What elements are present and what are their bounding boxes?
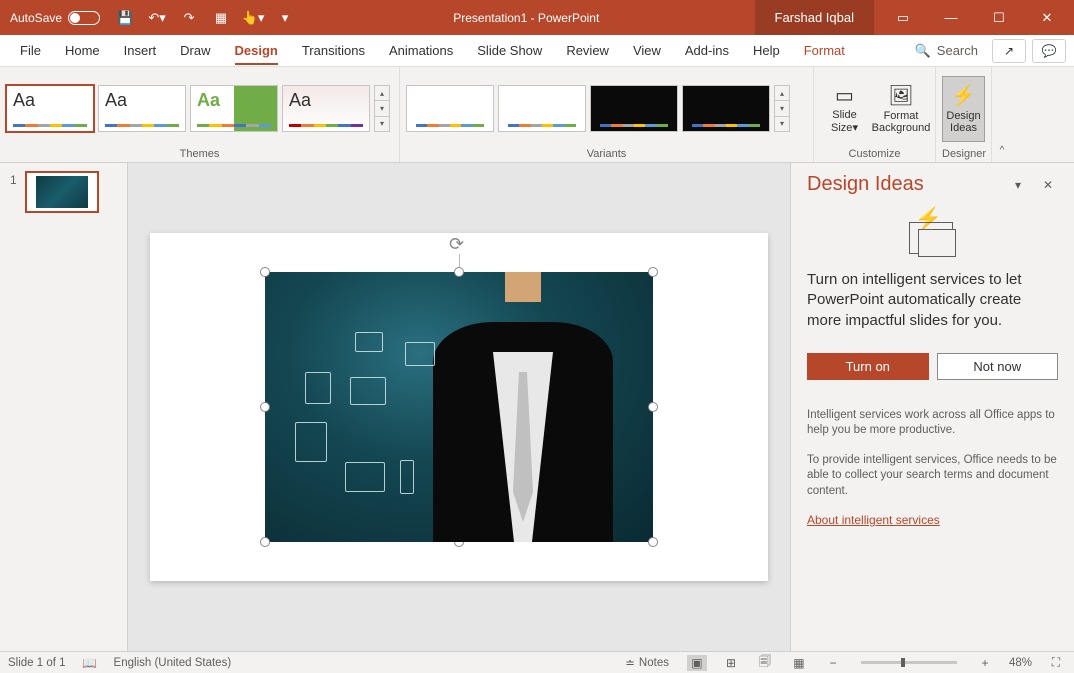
rotate-handle-icon[interactable]: ⟳	[449, 234, 469, 254]
minimize-icon[interactable]: —	[928, 0, 974, 35]
customize-qat-icon[interactable]: ▾	[272, 5, 298, 31]
notes-icon: ≐	[625, 656, 635, 670]
slideshow-view-icon[interactable]: ▦	[789, 655, 809, 671]
design-ideas-icon: ⚡	[951, 84, 976, 108]
variants-group-label: Variants	[406, 146, 807, 162]
spellcheck-icon[interactable]: 📖	[80, 655, 100, 671]
tab-addins[interactable]: Add-ins	[673, 35, 741, 67]
tab-design[interactable]: Design	[223, 35, 290, 67]
themes-group-label: Themes	[6, 146, 393, 162]
resize-handle[interactable]	[260, 537, 270, 547]
collapse-ribbon-icon[interactable]: ^	[992, 67, 1012, 162]
slide-thumbnail-1[interactable]: 1	[10, 171, 117, 213]
theme-office[interactable]: Aa	[6, 85, 94, 132]
resize-handle[interactable]	[648, 402, 658, 412]
tab-view[interactable]: View	[621, 35, 673, 67]
tab-transitions[interactable]: Transitions	[290, 35, 377, 67]
ribbon-display-icon[interactable]: ▭	[880, 0, 926, 35]
fit-to-window-icon[interactable]: ⛶	[1046, 655, 1066, 671]
variant-4[interactable]	[682, 85, 770, 132]
not-now-button[interactable]: Not now	[937, 353, 1059, 380]
pane-note-2: To provide intelligent services, Office …	[807, 453, 1058, 500]
tab-home[interactable]: Home	[53, 35, 112, 67]
zoom-slider[interactable]	[861, 661, 957, 664]
slide-size-icon: ▭	[835, 83, 854, 107]
comments-icon[interactable]: 💬	[1032, 39, 1066, 63]
autosave-toggle[interactable]: AutoSave	[4, 11, 106, 25]
about-link[interactable]: About intelligent services	[807, 513, 1058, 527]
save-icon[interactable]: 💾	[112, 5, 138, 31]
slide-canvas[interactable]: ⟳	[128, 163, 790, 651]
toggle-off-icon	[68, 11, 100, 25]
touch-mode-icon[interactable]: 👆▾	[240, 5, 266, 31]
designer-group-label: Designer	[942, 146, 985, 162]
theme-3[interactable]: Aa	[190, 85, 278, 132]
close-icon[interactable]: ✕	[1024, 0, 1070, 35]
design-ideas-pane: Design Ideas ▾ ✕ ⚡ Turn on intelligent s…	[790, 163, 1074, 651]
share-icon[interactable]: ↗	[992, 39, 1026, 63]
language[interactable]: English (United States)	[114, 657, 232, 669]
user-badge[interactable]: Farshad Iqbal	[755, 0, 875, 35]
zoom-out-icon[interactable]: −	[823, 655, 843, 671]
format-bg-icon: 🖼	[888, 84, 913, 108]
designer-large-icon: ⚡	[909, 214, 957, 254]
variants-gallery-nav[interactable]: ▴▾▾	[774, 85, 790, 132]
variant-1[interactable]	[406, 85, 494, 132]
resize-handle[interactable]	[260, 267, 270, 277]
tab-file[interactable]: File	[8, 35, 53, 67]
notes-button[interactable]: ≐ Notes	[621, 656, 673, 670]
pane-note-1: Intelligent services work across all Off…	[807, 408, 1058, 439]
tab-help[interactable]: Help	[741, 35, 792, 67]
theme-4[interactable]: Aa	[282, 85, 370, 132]
slide: ⟳	[150, 233, 768, 581]
undo-icon[interactable]: ↶▾	[144, 5, 170, 31]
turn-on-button[interactable]: Turn on	[807, 353, 929, 380]
tab-review[interactable]: Review	[554, 35, 621, 67]
slide-thumbnails-panel: 1	[0, 163, 128, 651]
pane-close-icon[interactable]: ✕	[1038, 175, 1058, 195]
zoom-in-icon[interactable]: +	[975, 655, 995, 671]
status-bar: Slide 1 of 1 📖 English (United States) ≐…	[0, 651, 1074, 673]
resize-handle[interactable]	[260, 402, 270, 412]
themes-gallery-nav[interactable]: ▴▾▾	[374, 85, 390, 132]
tab-animations[interactable]: Animations	[377, 35, 465, 67]
tab-slideshow[interactable]: Slide Show	[465, 35, 554, 67]
slide-sorter-icon[interactable]: ⊞	[721, 655, 741, 671]
tab-insert[interactable]: Insert	[112, 35, 169, 67]
pane-body-text: Turn on intelligent services to let Powe…	[807, 270, 1058, 331]
maximize-icon[interactable]: ☐	[976, 0, 1022, 35]
search-box[interactable]: 🔍 Search	[907, 43, 986, 59]
resize-handle[interactable]	[648, 267, 658, 277]
normal-view-icon[interactable]: ▣	[687, 655, 707, 671]
design-ideas-button[interactable]: ⚡ Design Ideas	[942, 76, 985, 142]
zoom-level[interactable]: 48%	[1009, 657, 1032, 669]
title-bar: AutoSave 💾 ↶▾ ↷ ▦ 👆▾ ▾ Presentation1 - P…	[0, 0, 1074, 35]
variant-2[interactable]	[498, 85, 586, 132]
theme-2[interactable]: Aa	[98, 85, 186, 132]
customize-group-label: Customize	[820, 146, 929, 162]
slide-count[interactable]: Slide 1 of 1	[8, 657, 66, 669]
pane-title: Design Ideas	[807, 173, 998, 196]
search-icon: 🔍	[915, 43, 931, 59]
ribbon: Aa Aa Aa Aa ▴▾▾ Themes	[0, 67, 1074, 163]
reading-view-icon[interactable]: 🗐	[755, 655, 775, 671]
variant-3[interactable]	[590, 85, 678, 132]
tab-format[interactable]: Format	[792, 35, 857, 67]
workspace: 1 ⟳	[0, 163, 1074, 651]
resize-handle[interactable]	[648, 537, 658, 547]
ribbon-tabs: File Home Insert Draw Design Transitions…	[0, 35, 1074, 67]
pane-options-icon[interactable]: ▾	[1008, 175, 1028, 195]
format-background-button[interactable]: 🖼 Format Background	[873, 76, 929, 142]
window-title: Presentation1 - PowerPoint	[298, 11, 754, 25]
tab-draw[interactable]: Draw	[168, 35, 222, 67]
redo-icon[interactable]: ↷	[176, 5, 202, 31]
start-from-beginning-icon[interactable]: ▦	[208, 5, 234, 31]
slide-size-button[interactable]: ▭ Slide Size▾	[820, 76, 869, 142]
selected-image[interactable]: ⟳	[265, 272, 653, 542]
